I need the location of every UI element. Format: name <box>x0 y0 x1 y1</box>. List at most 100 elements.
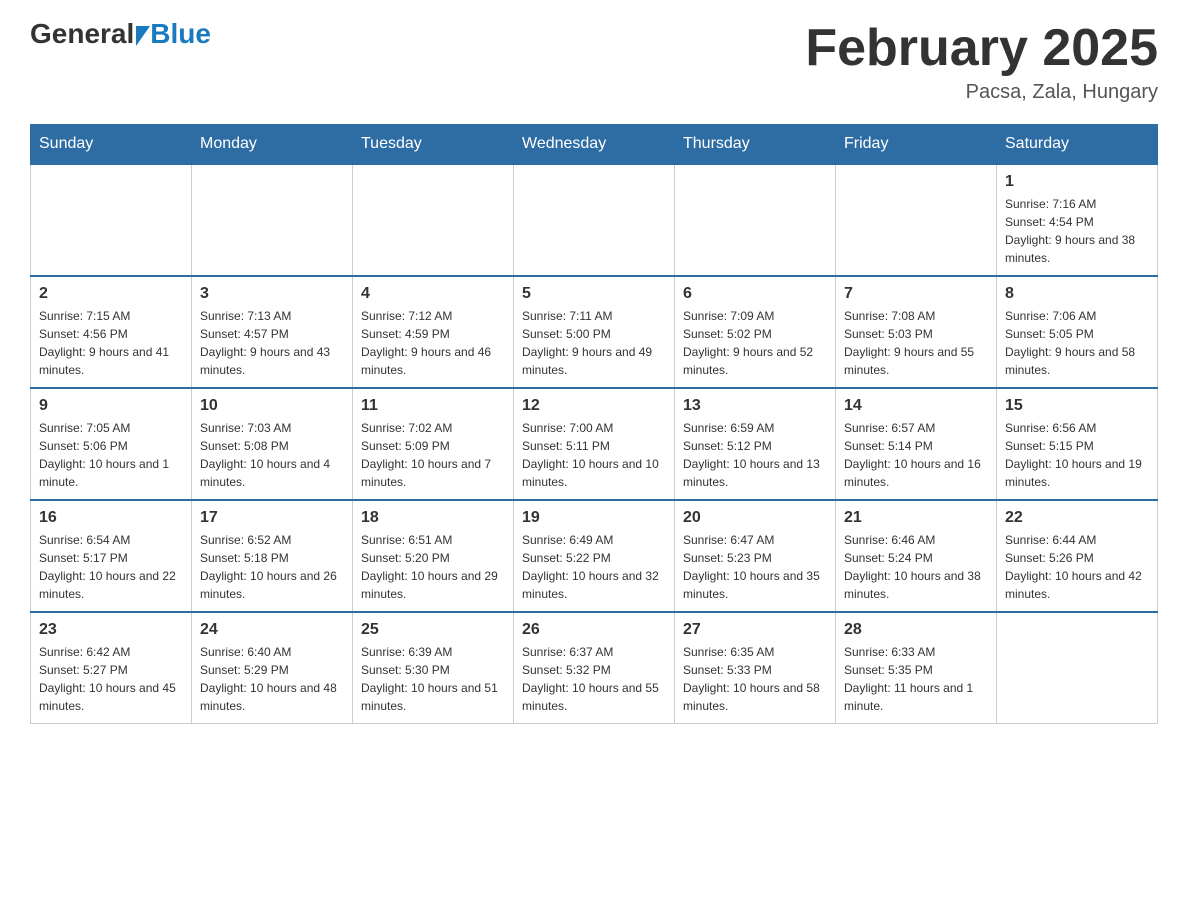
week-row-0: 1 Sunrise: 7:16 AMSunset: 4:54 PMDaylight… <box>31 164 1158 276</box>
day-number: 27 <box>683 621 827 639</box>
day-number: 18 <box>361 509 505 527</box>
logo-triangle-icon <box>136 26 150 46</box>
header-day-saturday: Saturday <box>997 125 1158 165</box>
calendar-cell: 16 Sunrise: 6:54 AMSunset: 5:17 PMDayligh… <box>31 500 192 612</box>
calendar-cell: 26 Sunrise: 6:37 AMSunset: 5:32 PMDayligh… <box>514 612 675 724</box>
day-number: 11 <box>361 397 505 415</box>
calendar-cell <box>836 164 997 276</box>
calendar-cell: 28Sunrise: 6:33 AMSunset: 5:35 PMDayligh… <box>836 612 997 724</box>
week-row-4: 23 Sunrise: 6:42 AMSunset: 5:27 PMDayligh… <box>31 612 1158 724</box>
day-number: 5 <box>522 285 666 303</box>
location: Pacsa, Zala, Hungary <box>805 81 1158 104</box>
day-number: 19 <box>522 509 666 527</box>
logo: General Blue <box>30 20 211 48</box>
day-info: Sunrise: 7:11 AMSunset: 5:00 PMDaylight:… <box>522 307 666 379</box>
day-number: 14 <box>844 397 988 415</box>
calendar-cell: 21 Sunrise: 6:46 AMSunset: 5:24 PMDayligh… <box>836 500 997 612</box>
day-info: Sunrise: 6:54 AMSunset: 5:17 PMDaylight:… <box>39 531 183 603</box>
day-info: Sunrise: 7:05 AMSunset: 5:06 PMDaylight:… <box>39 419 183 491</box>
week-row-3: 16 Sunrise: 6:54 AMSunset: 5:17 PMDayligh… <box>31 500 1158 612</box>
day-info: Sunrise: 6:42 AMSunset: 5:27 PMDaylight:… <box>39 643 183 715</box>
day-number: 24 <box>200 621 344 639</box>
day-number: 6 <box>683 285 827 303</box>
day-number: 13 <box>683 397 827 415</box>
day-info: Sunrise: 7:06 AMSunset: 5:05 PMDaylight:… <box>1005 307 1149 379</box>
day-info: Sunrise: 7:16 AMSunset: 4:54 PMDaylight:… <box>1005 195 1149 267</box>
day-number: 23 <box>39 621 183 639</box>
day-number: 15 <box>1005 397 1149 415</box>
calendar-cell: 27 Sunrise: 6:35 AMSunset: 5:33 PMDayligh… <box>675 612 836 724</box>
day-info: Sunrise: 6:59 AMSunset: 5:12 PMDaylight:… <box>683 419 827 491</box>
calendar-cell: 2 Sunrise: 7:15 AMSunset: 4:56 PMDaylight… <box>31 276 192 388</box>
day-number: 7 <box>844 285 988 303</box>
calendar-cell: 19 Sunrise: 6:49 AMSunset: 5:22 PMDayligh… <box>514 500 675 612</box>
day-number: 4 <box>361 285 505 303</box>
day-number: 1 <box>1005 173 1149 191</box>
header-day-friday: Friday <box>836 125 997 165</box>
calendar-cell: 25Sunrise: 6:39 AMSunset: 5:30 PMDayligh… <box>353 612 514 724</box>
calendar-cell: 17Sunrise: 6:52 AMSunset: 5:18 PMDayligh… <box>192 500 353 612</box>
calendar-cell <box>353 164 514 276</box>
day-info: Sunrise: 6:51 AMSunset: 5:20 PMDaylight:… <box>361 531 505 603</box>
calendar-cell: 23 Sunrise: 6:42 AMSunset: 5:27 PMDayligh… <box>31 612 192 724</box>
calendar-header: SundayMondayTuesdayWednesdayThursdayFrid… <box>31 125 1158 165</box>
calendar-cell: 6 Sunrise: 7:09 AMSunset: 5:02 PMDaylight… <box>675 276 836 388</box>
calendar-cell: 10 Sunrise: 7:03 AMSunset: 5:08 PMDayligh… <box>192 388 353 500</box>
week-row-1: 2 Sunrise: 7:15 AMSunset: 4:56 PMDaylight… <box>31 276 1158 388</box>
logo-blue-text: Blue <box>150 20 211 48</box>
calendar-cell: 14 Sunrise: 6:57 AMSunset: 5:14 PMDayligh… <box>836 388 997 500</box>
day-number: 9 <box>39 397 183 415</box>
day-number: 10 <box>200 397 344 415</box>
header-day-wednesday: Wednesday <box>514 125 675 165</box>
calendar-cell: 24 Sunrise: 6:40 AMSunset: 5:29 PMDayligh… <box>192 612 353 724</box>
day-info: Sunrise: 7:03 AMSunset: 5:08 PMDaylight:… <box>200 419 344 491</box>
logo-general-text: General <box>30 20 134 48</box>
calendar-cell: 1 Sunrise: 7:16 AMSunset: 4:54 PMDaylight… <box>997 164 1158 276</box>
day-info: Sunrise: 6:46 AMSunset: 5:24 PMDaylight:… <box>844 531 988 603</box>
calendar-cell: 9 Sunrise: 7:05 AMSunset: 5:06 PMDaylight… <box>31 388 192 500</box>
day-info: Sunrise: 7:02 AMSunset: 5:09 PMDaylight:… <box>361 419 505 491</box>
header-day-monday: Monday <box>192 125 353 165</box>
day-info: Sunrise: 7:00 AMSunset: 5:11 PMDaylight:… <box>522 419 666 491</box>
day-number: 16 <box>39 509 183 527</box>
day-info: Sunrise: 6:56 AMSunset: 5:15 PMDaylight:… <box>1005 419 1149 491</box>
day-info: Sunrise: 7:12 AMSunset: 4:59 PMDaylight:… <box>361 307 505 379</box>
day-info: Sunrise: 7:09 AMSunset: 5:02 PMDaylight:… <box>683 307 827 379</box>
header-day-sunday: Sunday <box>31 125 192 165</box>
calendar-cell: 20Sunrise: 6:47 AMSunset: 5:23 PMDayligh… <box>675 500 836 612</box>
calendar-cell <box>514 164 675 276</box>
day-info: Sunrise: 6:44 AMSunset: 5:26 PMDaylight:… <box>1005 531 1149 603</box>
calendar-cell: 4 Sunrise: 7:12 AMSunset: 4:59 PMDaylight… <box>353 276 514 388</box>
day-info: Sunrise: 6:40 AMSunset: 5:29 PMDaylight:… <box>200 643 344 715</box>
day-number: 20 <box>683 509 827 527</box>
day-info: Sunrise: 6:35 AMSunset: 5:33 PMDaylight:… <box>683 643 827 715</box>
day-info: Sunrise: 7:08 AMSunset: 5:03 PMDaylight:… <box>844 307 988 379</box>
day-info: Sunrise: 6:37 AMSunset: 5:32 PMDaylight:… <box>522 643 666 715</box>
calendar-cell <box>31 164 192 276</box>
calendar-cell: 12 Sunrise: 7:00 AMSunset: 5:11 PMDayligh… <box>514 388 675 500</box>
calendar-cell: 22 Sunrise: 6:44 AMSunset: 5:26 PMDayligh… <box>997 500 1158 612</box>
day-number: 2 <box>39 285 183 303</box>
page-header: General Blue February 2025 Pacsa, Zala, … <box>30 20 1158 104</box>
day-number: 21 <box>844 509 988 527</box>
calendar-cell: 15 Sunrise: 6:56 AMSunset: 5:15 PMDayligh… <box>997 388 1158 500</box>
day-info: Sunrise: 6:57 AMSunset: 5:14 PMDaylight:… <box>844 419 988 491</box>
calendar-cell: 8Sunrise: 7:06 AMSunset: 5:05 PMDaylight… <box>997 276 1158 388</box>
week-row-2: 9 Sunrise: 7:05 AMSunset: 5:06 PMDaylight… <box>31 388 1158 500</box>
day-number: 26 <box>522 621 666 639</box>
day-number: 12 <box>522 397 666 415</box>
day-info: Sunrise: 6:49 AMSunset: 5:22 PMDaylight:… <box>522 531 666 603</box>
calendar-cell: 5 Sunrise: 7:11 AMSunset: 5:00 PMDaylight… <box>514 276 675 388</box>
calendar-cell: 7 Sunrise: 7:08 AMSunset: 5:03 PMDaylight… <box>836 276 997 388</box>
day-number: 22 <box>1005 509 1149 527</box>
calendar-cell: 13 Sunrise: 6:59 AMSunset: 5:12 PMDayligh… <box>675 388 836 500</box>
day-info: Sunrise: 6:39 AMSunset: 5:30 PMDaylight:… <box>361 643 505 715</box>
calendar-cell: 11 Sunrise: 7:02 AMSunset: 5:09 PMDayligh… <box>353 388 514 500</box>
header-day-thursday: Thursday <box>675 125 836 165</box>
day-info: Sunrise: 7:15 AMSunset: 4:56 PMDaylight:… <box>39 307 183 379</box>
title-section: February 2025 Pacsa, Zala, Hungary <box>805 20 1158 104</box>
calendar-cell: 18 Sunrise: 6:51 AMSunset: 5:20 PMDayligh… <box>353 500 514 612</box>
calendar-cell <box>192 164 353 276</box>
month-title: February 2025 <box>805 20 1158 77</box>
calendar-cell <box>675 164 836 276</box>
